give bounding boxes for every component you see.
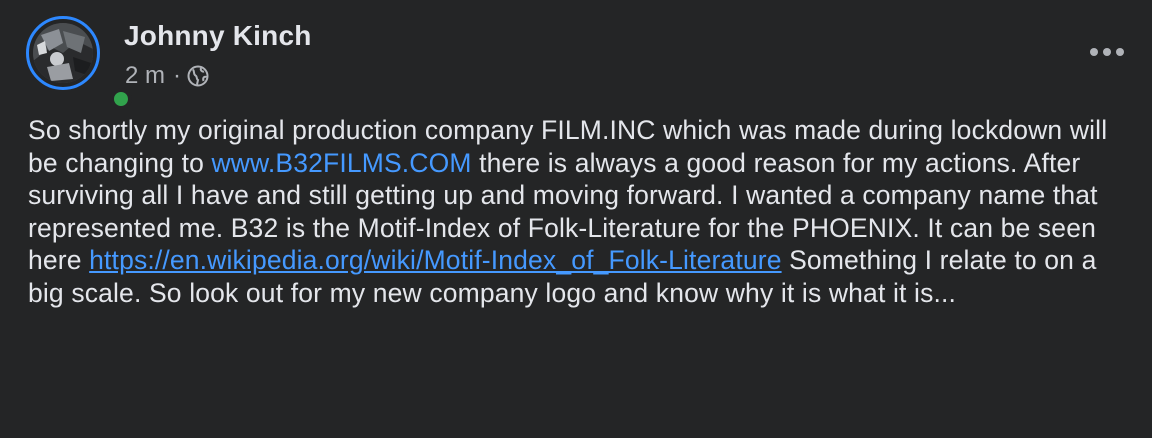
wikipedia-link[interactable]: https://en.wikipedia.org/wiki/Motif-Inde…	[89, 245, 781, 275]
website-link[interactable]: www.B32FILMS.COM	[211, 148, 471, 178]
post-card: Johnny Kinch 2 m · So shortly my origina…	[0, 0, 1152, 438]
avatar-photo	[33, 23, 93, 83]
online-status-indicator	[110, 88, 132, 110]
more-options-icon[interactable]	[1084, 34, 1130, 70]
more-dot	[1116, 48, 1124, 56]
story-ring	[26, 16, 100, 90]
author-name[interactable]: Johnny Kinch	[124, 20, 312, 52]
author-avatar-container[interactable]	[26, 16, 132, 110]
post-body: So shortly my original production compan…	[28, 114, 1138, 310]
more-dot	[1103, 48, 1111, 56]
post-meta: 2 m ·	[125, 62, 209, 90]
more-dot	[1090, 48, 1098, 56]
avatar[interactable]	[33, 23, 93, 83]
globe-icon[interactable]	[187, 65, 209, 87]
meta-separator: ·	[173, 62, 182, 89]
post-timestamp[interactable]: 2 m	[125, 62, 165, 90]
